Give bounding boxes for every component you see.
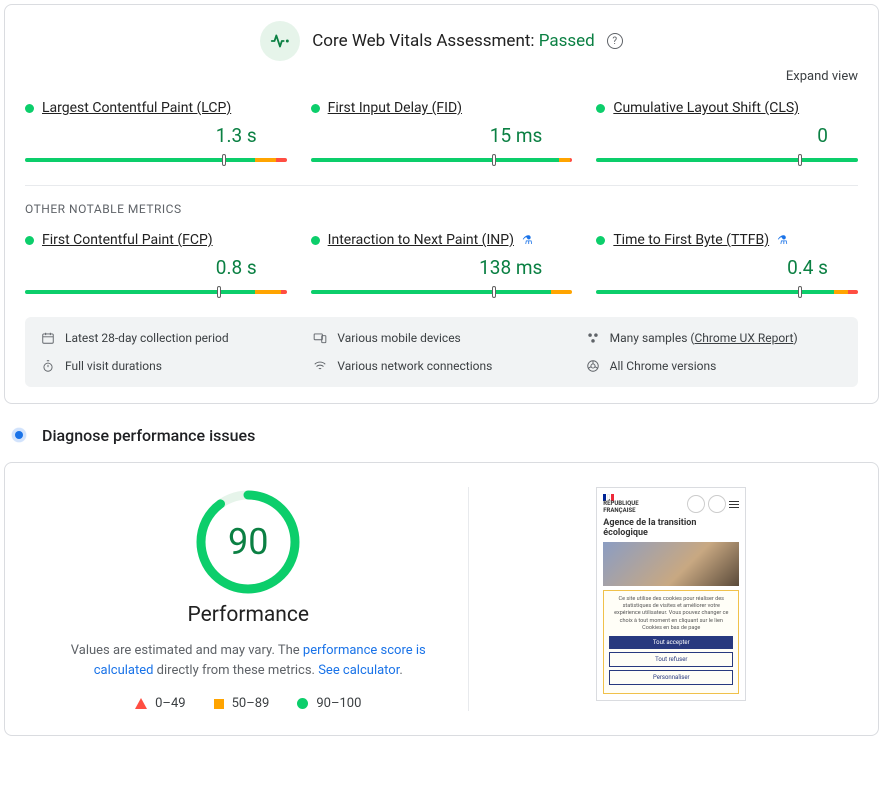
performance-description: Values are estimated and may vary. The p… (58, 641, 438, 680)
circle-icon (297, 698, 308, 709)
info-period: Latest 28-day collection period (41, 331, 297, 345)
info-network: Various network connections (313, 359, 569, 373)
collection-info: Latest 28-day collection period Various … (25, 317, 858, 387)
vitals-card: Core Web Vitals Assessment: Passed ? Exp… (4, 4, 879, 404)
chrome-icon (586, 359, 600, 373)
info-devices: Various mobile devices (313, 331, 569, 345)
vitals-header: Core Web Vitals Assessment: Passed ? (25, 21, 858, 61)
expand-row: Expand view (25, 69, 858, 84)
cookie-text: Ce site utilise des cookies pour réalise… (609, 596, 733, 632)
metric-name-link[interactable]: First Input Delay (FID) (328, 100, 462, 116)
preview-brand: RÉPUBLIQUE FRANÇAISE (603, 501, 638, 514)
status-dot-icon (311, 236, 320, 245)
legend-good: 90–100 (297, 696, 361, 711)
distribution-bar (25, 155, 287, 165)
divider (25, 185, 858, 186)
metric-value: 0.4 s (596, 256, 858, 279)
distribution-bar (25, 287, 287, 297)
value-marker (492, 154, 496, 166)
info-durations: Full visit durations (41, 359, 297, 373)
ademe-badge-icon (687, 495, 705, 513)
other-metrics-label: OTHER NOTABLE METRICS (25, 202, 858, 216)
france-badge-icon (708, 495, 726, 513)
legend-mid: 50–89 (214, 696, 270, 711)
performance-summary: 90 Performance Values are estimated and … (29, 487, 469, 711)
info-samples: Many samples (Chrome UX Report) (586, 331, 842, 345)
square-icon (214, 699, 224, 709)
distribution-bar (311, 155, 573, 165)
expand-view-link[interactable]: Expand view (786, 69, 858, 84)
core-metrics-grid: Largest Contentful Paint (LCP) 1.3 s Fir… (25, 100, 858, 165)
performance-label: Performance (188, 603, 309, 627)
mobile-preview: RÉPUBLIQUE FRANÇAISE Agence de la transi… (596, 487, 746, 701)
metric-value: 1.3 s (25, 124, 287, 147)
metric-name-link[interactable]: Largest Contentful Paint (LCP) (42, 100, 231, 116)
see-calculator-link[interactable]: See calculator (318, 663, 399, 678)
metric-value: 15 ms (311, 124, 573, 147)
chrome-ux-link[interactable]: Chrome UX Report (694, 331, 793, 345)
experiment-icon[interactable]: ⚗ (522, 233, 533, 247)
metric-name-link[interactable]: Time to First Byte (TTFB) (613, 232, 769, 248)
metric-value: 138 ms (311, 256, 573, 279)
wifi-icon (313, 359, 327, 373)
diagnose-icon (8, 424, 30, 446)
vitals-title: Core Web Vitals Assessment: Passed (312, 31, 595, 51)
value-marker (492, 286, 496, 298)
performance-gauge: 90 (193, 487, 303, 597)
info-versions: All Chrome versions (586, 359, 842, 373)
distribution-bar (596, 287, 858, 297)
status-dot-icon (596, 104, 605, 113)
distribution-bar (311, 287, 573, 297)
other-metrics-grid: First Contentful Paint (FCP) 0.8 s Inter… (25, 232, 858, 297)
metric: Interaction to Next Paint (INP) ⚗ 138 ms (311, 232, 573, 297)
metric: Cumulative Layout Shift (CLS) 0 (596, 100, 858, 165)
accept-button: Tout accepter (609, 636, 733, 649)
pulse-icon (260, 21, 300, 61)
performance-card: 90 Performance Values are estimated and … (4, 462, 879, 736)
preview-hero-image (603, 542, 739, 586)
triangle-icon (135, 698, 147, 709)
stopwatch-icon (41, 359, 55, 373)
score-legend: 0–49 50–89 90–100 (135, 696, 361, 711)
customize-button: Personnaliser (609, 670, 733, 685)
metric: First Input Delay (FID) 15 ms (311, 100, 573, 165)
status-dot-icon (311, 104, 320, 113)
devices-icon (313, 331, 327, 345)
cookie-banner: Ce site utilise des cookies pour réalise… (603, 590, 739, 694)
help-icon[interactable]: ? (607, 33, 623, 49)
metric-name-link[interactable]: First Contentful Paint (FCP) (42, 232, 213, 248)
metric-name-link[interactable]: Interaction to Next Paint (INP) (328, 232, 514, 248)
metric-name-link[interactable]: Cumulative Layout Shift (CLS) (613, 100, 799, 116)
diagnose-header: Diagnose performance issues (8, 424, 875, 446)
value-marker (798, 286, 802, 298)
value-marker (217, 286, 221, 298)
distribution-bar (596, 155, 858, 165)
vitals-status: Passed (539, 31, 595, 51)
value-marker (222, 154, 226, 166)
metric-value: 0.8 s (25, 256, 287, 279)
experiment-icon[interactable]: ⚗ (777, 233, 788, 247)
metric-value: 0 (596, 124, 858, 147)
metric: Time to First Byte (TTFB) ⚗ 0.4 s (596, 232, 858, 297)
status-dot-icon (25, 236, 34, 245)
page-preview: RÉPUBLIQUE FRANÇAISE Agence de la transi… (489, 487, 854, 711)
status-dot-icon (25, 104, 34, 113)
metric: Largest Contentful Paint (LCP) 1.3 s (25, 100, 287, 165)
samples-icon (586, 331, 600, 345)
diagnose-title: Diagnose performance issues (42, 426, 255, 445)
performance-score: 90 (193, 487, 303, 597)
menu-icon (729, 501, 739, 508)
refuse-button: Tout refuser (609, 652, 733, 667)
preview-title: Agence de la transition écologique (603, 518, 739, 538)
status-dot-icon (596, 236, 605, 245)
value-marker (798, 154, 802, 166)
legend-poor: 0–49 (135, 696, 185, 711)
calendar-icon (41, 331, 55, 345)
metric: First Contentful Paint (FCP) 0.8 s (25, 232, 287, 297)
